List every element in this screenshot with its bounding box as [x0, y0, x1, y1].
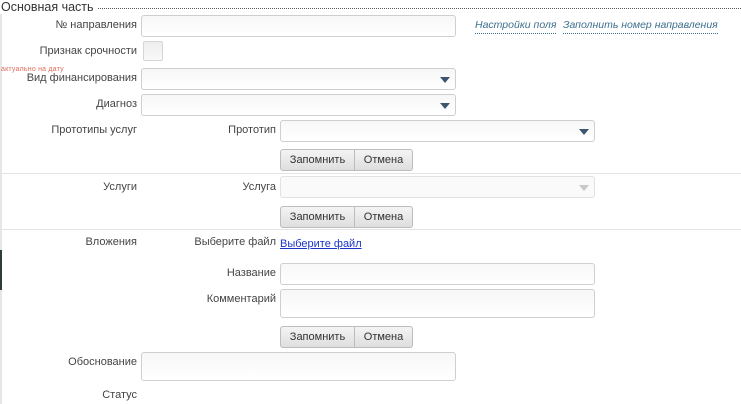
diagnosis-label: Диагноз — [96, 98, 137, 110]
status-label: Статус — [102, 389, 137, 401]
prototype-select[interactable] — [280, 120, 595, 142]
choose-file-label: Выберите файл — [194, 236, 276, 248]
prototype-label: Прототип — [228, 124, 276, 136]
financing-label: Вид финансирования — [26, 72, 137, 84]
financing-select[interactable] — [141, 68, 456, 90]
divider-line — [0, 173, 741, 174]
chevron-down-icon — [440, 77, 450, 83]
direction-number-input[interactable] — [141, 15, 456, 37]
divider-line — [0, 229, 741, 230]
attachment-cancel-button[interactable]: Отмена — [355, 326, 413, 348]
fill-number-link[interactable]: Заполнить номер направления — [563, 19, 718, 34]
prototype-cancel-button[interactable]: Отмена — [355, 149, 413, 171]
attachment-comment-textarea[interactable] — [280, 289, 595, 318]
section-title: Основная часть — [1, 0, 94, 14]
urgency-label: Признак срочности — [39, 45, 137, 57]
chevron-down-icon — [440, 103, 450, 109]
chevron-down-icon — [579, 185, 589, 191]
services-label: Услуги — [103, 181, 137, 193]
attachments-label: Вложения — [85, 236, 137, 248]
service-label: Услуга — [242, 181, 276, 193]
service-select[interactable] — [280, 176, 595, 198]
attachment-name-input[interactable] — [280, 263, 595, 285]
field-settings-link[interactable]: Настройки поля — [475, 19, 557, 34]
chevron-down-icon — [579, 129, 589, 135]
prototype-remember-button[interactable]: Запомнить — [280, 149, 355, 171]
attachment-name-label: Название — [226, 267, 276, 279]
service-prototypes-label: Прототипы услуг — [51, 124, 137, 136]
choose-file-link[interactable]: Выберите файл — [280, 238, 362, 250]
left-border-accent — [0, 250, 2, 290]
service-remember-button[interactable]: Запомнить — [280, 206, 355, 228]
service-cancel-button[interactable]: Отмена — [355, 206, 413, 228]
justification-textarea[interactable] — [141, 352, 456, 381]
section-divider — [98, 8, 741, 9]
diagnosis-select[interactable] — [141, 94, 456, 116]
urgency-checkbox[interactable] — [143, 41, 163, 61]
attachment-remember-button[interactable]: Запомнить — [280, 326, 355, 348]
justification-label: Обоснование — [68, 356, 137, 368]
direction-number-label: № направления — [55, 19, 137, 31]
attachment-comment-label: Комментарий — [206, 293, 276, 305]
